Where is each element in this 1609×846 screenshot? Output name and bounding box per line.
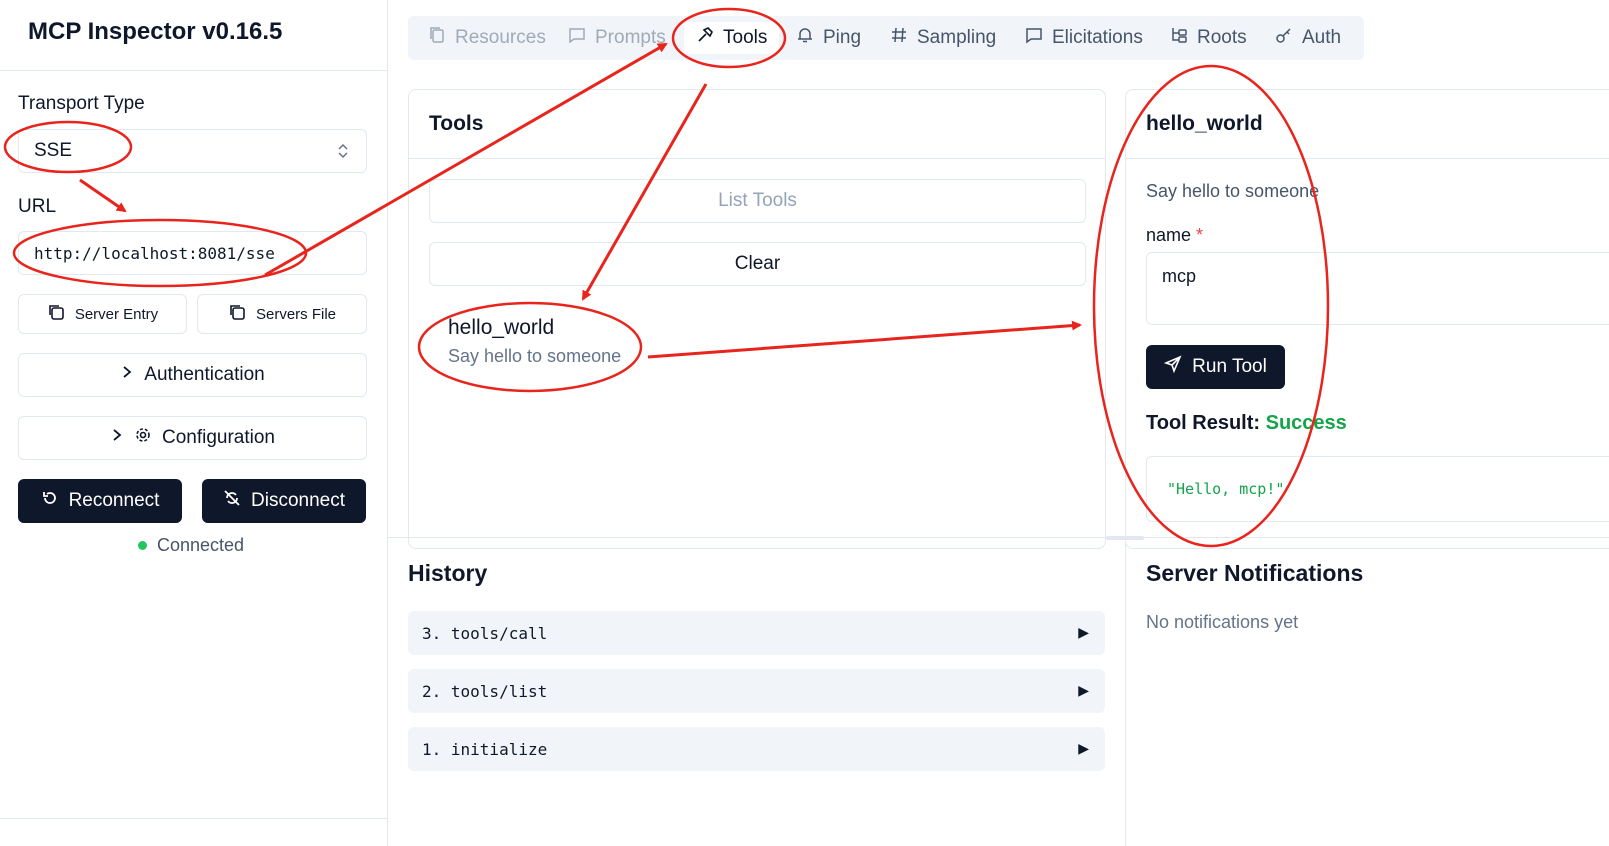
tab-roots[interactable]: Roots — [1170, 22, 1247, 54]
tab-label: Tools — [723, 27, 768, 48]
url-value: http://localhost:8081/sse — [34, 244, 275, 263]
triangle-right-icon: ▶ — [1078, 624, 1089, 640]
message-icon — [1025, 26, 1043, 50]
tool-result-status: Success — [1265, 412, 1347, 434]
server-entry-button[interactable]: Server Entry — [18, 294, 187, 334]
chevron-right-icon — [110, 427, 124, 449]
horizontal-divider — [388, 537, 1609, 538]
run-tool-label: Run Tool — [1192, 356, 1267, 377]
tool-result-heading: Tool Result: Success — [1146, 412, 1347, 435]
hammer-icon — [696, 26, 714, 50]
chevron-right-icon — [120, 364, 134, 386]
tab-label: Ping — [823, 27, 862, 48]
tool-detail-header: hello_world — [1126, 90, 1609, 159]
server-notifications-title: Server Notifications — [1146, 560, 1364, 586]
triangle-right-icon: ▶ — [1078, 740, 1089, 756]
gear-icon — [134, 426, 152, 450]
name-param-value: mcp — [1162, 266, 1197, 286]
tool-detail-description: Say hello to someone — [1146, 181, 1320, 201]
tab-label: Resources — [455, 27, 546, 48]
notifications-empty-text: No notifications yet — [1146, 612, 1299, 632]
status-text: Connected — [157, 535, 245, 555]
tab-label: Roots — [1197, 27, 1247, 48]
tool-name: hello_world — [448, 316, 555, 339]
tools-panel: Tools List Tools Clear hello_world Say h… — [408, 89, 1106, 549]
tab-elicitations[interactable]: Elicitations — [1025, 22, 1143, 54]
history-title: History — [408, 560, 488, 586]
copy-icon — [228, 303, 246, 325]
reconnect-label: Reconnect — [68, 490, 160, 511]
tab-auth[interactable]: Auth — [1275, 22, 1341, 54]
hash-icon — [890, 26, 908, 50]
status-dot-icon — [138, 541, 147, 550]
tab-bar: Resources Prompts Tools Ping Sampling El… — [408, 16, 1364, 60]
history-item-label: 2. tools/list — [422, 682, 548, 701]
list-tools-button[interactable]: List Tools — [429, 179, 1086, 223]
tab-prompts[interactable]: Prompts — [568, 22, 666, 54]
history-item[interactable]: 1. initialize ▶ — [408, 727, 1105, 771]
transport-type-label: Transport Type — [18, 93, 145, 114]
send-icon — [1163, 355, 1182, 379]
tools-panel-title: Tools — [429, 112, 484, 135]
tools-panel-header: Tools — [409, 90, 1105, 159]
history-item-label: 1. initialize — [422, 740, 548, 759]
disconnect-label: Disconnect — [251, 490, 345, 511]
run-tool-button[interactable]: Run Tool — [1146, 345, 1285, 389]
url-label: URL — [18, 196, 57, 217]
history-item-label: 3. tools/call — [422, 624, 548, 643]
history-item[interactable]: 3. tools/call ▶ — [408, 611, 1105, 655]
sidebar: MCP Inspector v0.16.5 Transport Type SSE… — [0, 0, 388, 846]
vertical-divider — [1125, 538, 1126, 846]
tab-label: Prompts — [595, 27, 666, 48]
files-icon — [428, 26, 446, 50]
tool-list-item[interactable]: hello_world Say hello to someone — [448, 316, 621, 367]
rotate-ccw-icon — [41, 489, 59, 513]
tool-detail-title: hello_world — [1146, 112, 1263, 135]
app-title: MCP Inspector v0.16.5 — [28, 18, 283, 45]
servers-file-button[interactable]: Servers File — [197, 294, 367, 334]
tab-ping[interactable]: Ping — [796, 22, 861, 54]
history-item[interactable]: 2. tools/list ▶ — [408, 669, 1105, 713]
name-param-input[interactable]: mcp — [1146, 252, 1609, 325]
connection-status: Connected — [138, 535, 244, 556]
server-entry-label: Server Entry — [74, 305, 159, 323]
name-param-label: name * — [1146, 225, 1203, 246]
required-mark: * — [1196, 225, 1204, 245]
authentication-toggle[interactable]: Authentication — [18, 353, 367, 397]
tab-resources[interactable]: Resources — [428, 22, 546, 54]
chevrons-up-down-icon — [336, 142, 350, 165]
copy-icon — [47, 303, 65, 325]
clear-button[interactable]: Clear — [429, 242, 1086, 286]
configuration-toggle[interactable]: Configuration — [18, 416, 367, 460]
folder-tree-icon — [1170, 26, 1188, 50]
tab-label: Auth — [1302, 27, 1342, 48]
tool-description: Say hello to someone — [448, 346, 622, 366]
refresh-off-icon — [223, 489, 241, 513]
key-icon — [1275, 26, 1293, 50]
servers-file-label: Servers File — [255, 305, 337, 323]
tab-label: Sampling — [917, 27, 997, 48]
tool-result-value: "Hello, mcp!" — [1167, 480, 1285, 498]
tool-result-box: "Hello, mcp!" — [1146, 456, 1609, 522]
sidebar-divider — [0, 70, 387, 71]
reconnect-button[interactable]: Reconnect — [18, 479, 182, 523]
tab-label: Elicitations — [1052, 27, 1143, 48]
transport-type-select[interactable]: SSE — [18, 129, 367, 173]
tool-detail-panel: hello_world Say hello to someone name * … — [1125, 89, 1609, 549]
bell-icon — [796, 26, 814, 50]
triangle-right-icon: ▶ — [1078, 682, 1089, 698]
disconnect-button[interactable]: Disconnect — [202, 479, 366, 523]
configuration-label: Configuration — [161, 427, 276, 448]
tool-result-label: Tool Result: — [1146, 412, 1261, 434]
message-icon — [568, 26, 586, 50]
sidebar-bottom-divider — [0, 818, 387, 819]
authentication-label: Authentication — [144, 364, 265, 385]
tab-tools[interactable]: Tools — [684, 22, 780, 54]
tab-sampling[interactable]: Sampling — [890, 22, 996, 54]
param-label-text: name — [1146, 225, 1192, 245]
url-input[interactable]: http://localhost:8081/sse — [18, 231, 367, 275]
transport-type-value: SSE — [34, 140, 73, 161]
